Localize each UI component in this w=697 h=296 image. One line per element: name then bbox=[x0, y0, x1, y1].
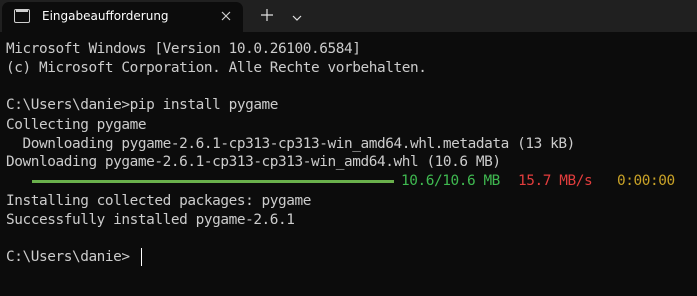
terminal-line: Installing collected packages: pygame bbox=[6, 193, 312, 209]
close-icon[interactable] bbox=[218, 8, 234, 24]
terminal-output[interactable]: Microsoft Windows [Version 10.0.26100.65… bbox=[0, 32, 697, 296]
download-progress-bar bbox=[32, 180, 394, 183]
title-bar: Eingabeaufforderung bbox=[0, 0, 697, 32]
terminal-line: Collecting pygame bbox=[6, 117, 147, 133]
new-tab-button[interactable] bbox=[254, 4, 280, 26]
terminal-line: Microsoft Windows [Version 10.0.26100.65… bbox=[6, 41, 361, 57]
tab-eingabeaufforderung[interactable]: Eingabeaufforderung bbox=[2, 2, 243, 32]
download-size: 10.6/10.6 MB bbox=[401, 173, 500, 189]
download-eta: 0:00:00 bbox=[617, 173, 675, 189]
terminal-line: Successfully installed pygame-2.6.1 bbox=[6, 212, 295, 228]
chevron-down-icon bbox=[292, 6, 302, 25]
download-speed: 15.7 MB/s bbox=[518, 173, 593, 189]
terminal-line: Downloading pygame-2.6.1-cp313-cp313-win… bbox=[6, 154, 501, 170]
download-progress-fill bbox=[32, 180, 394, 183]
cmd-icon bbox=[14, 9, 30, 23]
terminal-line: (c) Microsoft Corporation. Alle Rechte v… bbox=[6, 60, 427, 76]
tab-title: Eingabeaufforderung bbox=[42, 9, 169, 23]
prompt-line: C:\Users\danie> bbox=[6, 249, 130, 265]
text-cursor bbox=[141, 248, 142, 266]
terminal-line: C:\Users\danie>pip install pygame bbox=[6, 97, 279, 113]
tab-dropdown-button[interactable] bbox=[284, 4, 310, 26]
plus-icon bbox=[261, 6, 273, 25]
terminal-line: Downloading pygame-2.6.1-cp313-cp313-win… bbox=[6, 136, 575, 152]
